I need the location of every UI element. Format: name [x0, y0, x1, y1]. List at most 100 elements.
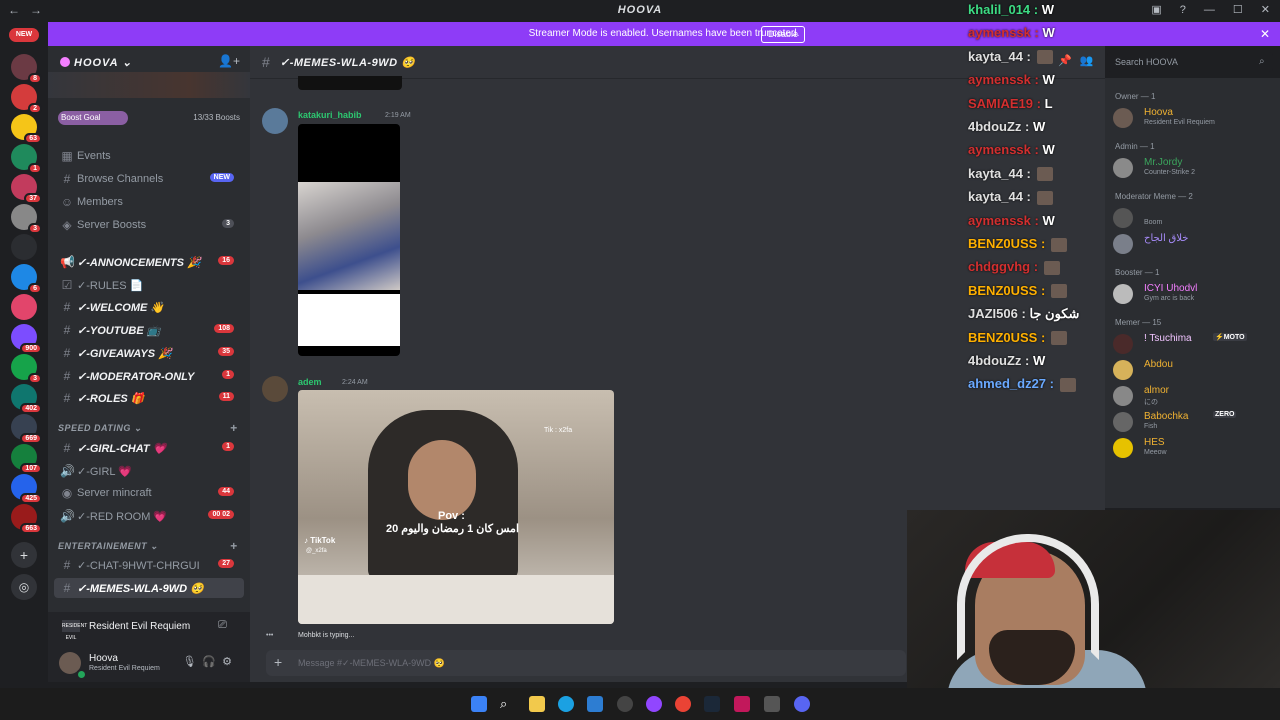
channel-label: ✓-CHAT-9HWT-CHRGUI [77, 560, 200, 572]
server-name[interactable]: HOOVA ⌄ [74, 56, 132, 69]
discover-icon[interactable]: ◎ [11, 574, 37, 600]
maximize-icon[interactable]: ☐ [1233, 3, 1243, 16]
channel-icon: # [63, 368, 71, 383]
server-icon[interactable]: 402 [11, 384, 42, 414]
channel-item[interactable]: # ✓-ROLES 🎁 11 [54, 388, 244, 408]
channel-item[interactable]: ◈ Server Boosts 3 [54, 215, 244, 235]
member-item[interactable]: Hoova Resident Evil Requiem [1113, 106, 1275, 130]
server-icon[interactable]: 1 [11, 144, 42, 174]
member-item[interactable]: Mr.Jordy Counter-Strike 2 [1113, 156, 1275, 180]
game-icon[interactable] [764, 696, 780, 712]
channel-item[interactable]: ◉ Server mincraft 44 [54, 483, 244, 503]
channel-item[interactable]: # ✓-GIVEAWAYS 🎉 35 [54, 343, 244, 363]
channel-item[interactable]: # ✓-MEMES-WLA-9WD 🥺 [54, 578, 244, 598]
channel-category[interactable]: SPEED DATING ⌄ + [58, 421, 237, 435]
server-icon[interactable]: 107 [11, 444, 42, 474]
close-window-icon[interactable]: ✕ [1261, 3, 1270, 16]
headphones-icon[interactable]: 🎧 [202, 656, 222, 668]
channel-item[interactable]: # ✓-WELCOME 👋 [54, 297, 244, 317]
chrome-icon[interactable] [675, 696, 691, 712]
message-composer[interactable]: + Message #✓-MEMES-WLA-9WD 🥺 [266, 650, 906, 676]
overlay-chat-line: aymenssk : W [968, 213, 1055, 228]
add-channel-icon[interactable]: + [230, 421, 238, 435]
store-icon[interactable] [587, 696, 603, 712]
avatar[interactable] [262, 108, 288, 134]
server-icon[interactable] [11, 234, 37, 260]
channel-item[interactable]: # ✓-GIRL-CHAT 💗 1 [54, 438, 244, 458]
help-icon[interactable]: ? [1180, 4, 1186, 16]
server-icon[interactable]: 63 [11, 114, 42, 144]
search-input[interactable]: Search HOOVA ⌕ [1107, 52, 1273, 72]
search-icon[interactable]: ⌕ [500, 696, 516, 712]
channel-item[interactable]: 🔊 ✓-RED ROOM 💗 00 02 [54, 506, 244, 526]
channel-item[interactable]: 🔊 ✓-GIRL 💗 [54, 461, 244, 481]
channel-item[interactable]: # Browse Channels NEW [54, 169, 244, 189]
disable-streamer-button[interactable]: Disable [761, 26, 806, 43]
server-icon[interactable]: 900 [11, 324, 42, 354]
server-icon[interactable]: 2 [11, 84, 42, 114]
server-icon[interactable]: 8 [11, 54, 42, 84]
member-item[interactable]: almor にの [1113, 384, 1275, 408]
channel-item[interactable]: # ✓-CHAT-9HWT-CHRGUI 27 [54, 555, 244, 575]
member-item[interactable]: Boom [1113, 206, 1275, 230]
inbox-icon[interactable]: ▣ [1151, 3, 1161, 16]
server-icon[interactable]: 663 [11, 504, 42, 534]
boost-goal-bar[interactable]: Boost Goal 13/33 Boosts [58, 111, 240, 125]
streaming-app-icon[interactable] [734, 696, 750, 712]
message-input[interactable]: Message #✓-MEMES-WLA-9WD 🥺 [298, 658, 445, 669]
message-author[interactable]: katakuri_habib [298, 110, 362, 120]
channel-item[interactable]: 📢 ✓-ANNONCEMENTS 🎉 16 [54, 252, 244, 272]
overlay-username: BENZ0USS : [968, 236, 1046, 251]
previous-video-embed[interactable] [298, 76, 402, 90]
message-author[interactable]: adem [298, 377, 322, 387]
attach-plus-icon[interactable]: + [274, 654, 282, 670]
discord-icon[interactable] [794, 696, 810, 712]
video-embed[interactable]: Tik : x2fa Pov : امس كان 1 رمضان واليوم … [298, 390, 614, 624]
windows-start-icon[interactable] [471, 696, 487, 712]
server-icon[interactable]: 3 [11, 204, 42, 234]
steam-icon[interactable] [704, 696, 720, 712]
file-explorer-icon[interactable] [529, 696, 545, 712]
channel-item[interactable]: # ✓-MODERATOR-ONLY 1 [54, 366, 244, 386]
channel-label: Server Boosts [77, 219, 147, 231]
edge-browser-icon[interactable] [558, 696, 574, 712]
voice-controls[interactable]: 🎙🎧⚙ [182, 655, 238, 668]
obs-icon[interactable] [617, 696, 633, 712]
channel-item[interactable]: # ✓-YOUTUBE 📺 108 [54, 320, 244, 340]
user-name[interactable]: Hoova [89, 653, 118, 664]
unread-badge: 3 [222, 219, 234, 228]
member-item[interactable]: Babochka Fish ZERO [1113, 410, 1275, 434]
server-icon[interactable]: 6 [11, 264, 42, 294]
channel-item[interactable]: ☑ ✓-RULES 📄 [54, 275, 244, 295]
minimize-icon[interactable]: — [1204, 4, 1215, 16]
window-controls[interactable]: ▣? — ☐ ✕ [1133, 3, 1270, 16]
twitch-icon[interactable] [646, 696, 662, 712]
microphone-icon[interactable]: 🎙 [182, 656, 202, 668]
member-item[interactable]: ICYI Uhodvl Gym arc is back [1113, 282, 1275, 306]
message-time: 2:24 AM [342, 379, 368, 386]
server-icon[interactable]: 425 [11, 474, 42, 504]
add-channel-icon[interactable]: + [230, 539, 238, 553]
server-header[interactable]: HOOVA ⌄ 👤+ [48, 46, 250, 78]
server-icon[interactable]: 669 [11, 414, 42, 444]
avatar[interactable] [262, 376, 288, 402]
invite-people-icon[interactable]: 👤+ [218, 54, 240, 68]
activity-panel[interactable]: RESIDENT EVIL Resident Evil Requiem ⎚ [48, 612, 250, 641]
video-embed[interactable] [298, 124, 400, 356]
member-item[interactable]: HES Meeow [1113, 436, 1275, 460]
server-icon[interactable]: 37 [11, 174, 42, 204]
search-icon[interactable]: ⌕ [1259, 56, 1265, 67]
server-icon[interactable] [11, 294, 37, 320]
channel-category[interactable]: ENTERTAINEMENT ⌄ + [58, 539, 237, 553]
member-item[interactable]: خلاق الجاح [1113, 232, 1275, 256]
member-item[interactable]: Abdou [1113, 358, 1275, 382]
settings-gear-icon[interactable]: ⚙ [222, 656, 238, 668]
close-icon[interactable]: ✕ [1260, 27, 1270, 41]
channel-item[interactable]: ☺ Members [54, 192, 244, 212]
channel-item[interactable]: ▦ Events [54, 146, 244, 166]
member-item[interactable]: ! Tsuchima ⚡MOTO [1113, 332, 1275, 356]
new-badge[interactable]: NEW [9, 28, 39, 42]
activity-icon[interactable]: ⎚ [218, 619, 227, 632]
server-icon[interactable]: 3 [11, 354, 42, 384]
add-server-icon[interactable]: + [11, 542, 37, 568]
